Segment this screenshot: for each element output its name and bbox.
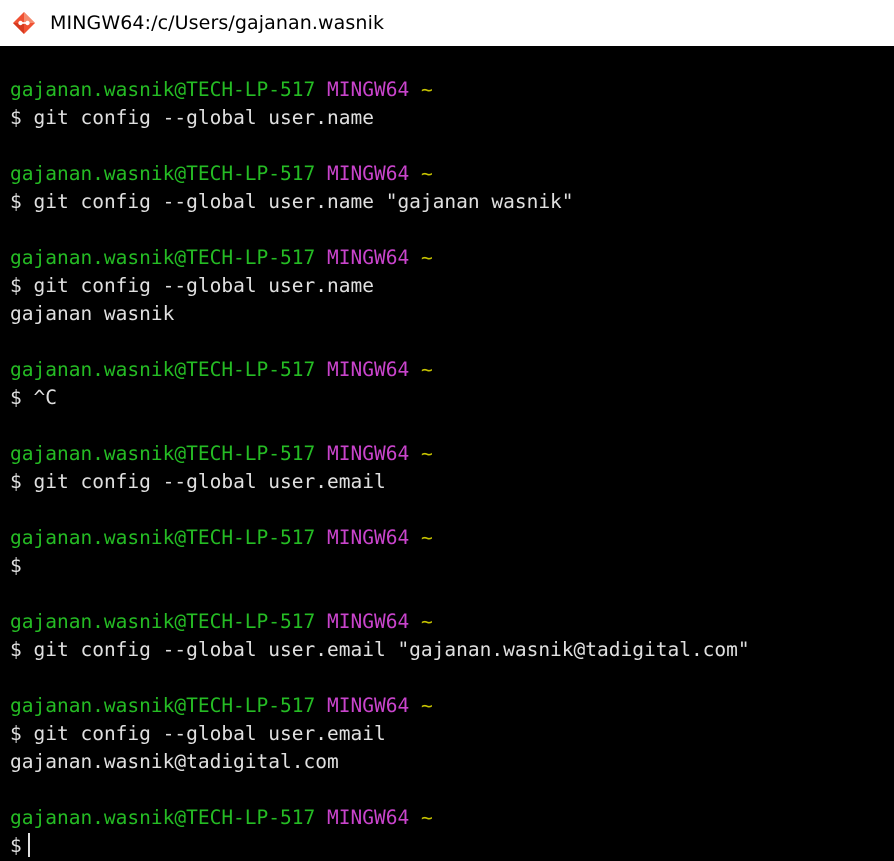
prompt-dir: ~ (420, 358, 433, 381)
git-diamond-icon (12, 11, 36, 35)
command-line: $ (10, 552, 894, 580)
command-text: git config --global user.name "gajanan w… (33, 190, 574, 213)
prompt-system: MINGW64 (327, 246, 410, 269)
prompt-line: gajanan.wasnik@TECH-LP-517 MINGW64 ~ (10, 804, 894, 832)
prompt-line: gajanan.wasnik@TECH-LP-517 MINGW64 ~ (10, 76, 894, 104)
prompt-line: gajanan.wasnik@TECH-LP-517 MINGW64 ~ (10, 692, 894, 720)
output-text: gajanan wasnik (10, 302, 175, 325)
prompt-symbol: $ (10, 722, 22, 745)
prompt-dir: ~ (420, 78, 433, 101)
title-bar[interactable]: MINGW64:/c/Users/gajanan.wasnik (0, 0, 894, 46)
command-output: gajanan wasnik (10, 300, 894, 328)
prompt-dir: ~ (420, 610, 433, 633)
terminal-output[interactable]: gajanan.wasnik@TECH-LP-517 MINGW64 ~ $ gi… (0, 46, 894, 861)
prompt-user-host: gajanan.wasnik@TECH-LP-517 (10, 526, 316, 549)
command-text: git config --global user.name (33, 274, 374, 297)
prompt-user-host: gajanan.wasnik@TECH-LP-517 (10, 442, 316, 465)
prompt-system: MINGW64 (327, 358, 410, 381)
command-line: $ (10, 832, 894, 860)
command-line: $ git config --global user.email (10, 468, 894, 496)
prompt-line: gajanan.wasnik@TECH-LP-517 MINGW64 ~ (10, 608, 894, 636)
prompt-symbol: $ (10, 554, 22, 577)
prompt-line: gajanan.wasnik@TECH-LP-517 MINGW64 ~ (10, 440, 894, 468)
prompt-symbol: $ (10, 834, 22, 857)
prompt-user-host: gajanan.wasnik@TECH-LP-517 (10, 246, 316, 269)
prompt-user-host: gajanan.wasnik@TECH-LP-517 (10, 694, 316, 717)
prompt-line: gajanan.wasnik@TECH-LP-517 MINGW64 ~ (10, 356, 894, 384)
prompt-system: MINGW64 (327, 694, 410, 717)
prompt-dir: ~ (420, 526, 433, 549)
command-line: $ git config --global user.name (10, 104, 894, 132)
command-text: git config --global user.email (33, 470, 386, 493)
prompt-user-host: gajanan.wasnik@TECH-LP-517 (10, 78, 316, 101)
prompt-dir: ~ (420, 246, 433, 269)
window-title: MINGW64:/c/Users/gajanan.wasnik (50, 12, 385, 34)
terminal-window: MINGW64:/c/Users/gajanan.wasnik gajanan.… (0, 0, 894, 861)
prompt-dir: ~ (420, 806, 433, 829)
prompt-symbol: $ (10, 638, 22, 661)
prompt-symbol: $ (10, 470, 22, 493)
command-line: $ ^C (10, 384, 894, 412)
prompt-user-host: gajanan.wasnik@TECH-LP-517 (10, 358, 316, 381)
prompt-line: gajanan.wasnik@TECH-LP-517 MINGW64 ~ (10, 524, 894, 552)
command-text: ^C (33, 386, 57, 409)
command-text: git config --global user.email (33, 722, 386, 745)
prompt-symbol: $ (10, 106, 22, 129)
command-text: git config --global user.name (33, 106, 374, 129)
command-output: gajanan.wasnik@tadigital.com (10, 748, 894, 776)
output-text: gajanan.wasnik@tadigital.com (10, 750, 339, 773)
prompt-dir: ~ (420, 694, 433, 717)
prompt-dir: ~ (420, 162, 433, 185)
prompt-line: gajanan.wasnik@TECH-LP-517 MINGW64 ~ (10, 244, 894, 272)
prompt-line: gajanan.wasnik@TECH-LP-517 MINGW64 ~ (10, 160, 894, 188)
prompt-system: MINGW64 (327, 526, 410, 549)
prompt-system: MINGW64 (327, 442, 410, 465)
prompt-symbol: $ (10, 274, 22, 297)
prompt-system: MINGW64 (327, 806, 410, 829)
text-cursor (27, 833, 30, 857)
prompt-dir: ~ (420, 442, 433, 465)
prompt-symbol: $ (10, 386, 22, 409)
command-line: $ git config --global user.name "gajanan… (10, 188, 894, 216)
command-line: $ git config --global user.email (10, 720, 894, 748)
prompt-user-host: gajanan.wasnik@TECH-LP-517 (10, 806, 316, 829)
command-text: git config --global user.email "gajanan.… (33, 638, 750, 661)
prompt-system: MINGW64 (327, 610, 410, 633)
prompt-system: MINGW64 (327, 162, 410, 185)
command-line: $ git config --global user.email "gajana… (10, 636, 894, 664)
command-line: $ git config --global user.name (10, 272, 894, 300)
prompt-system: MINGW64 (327, 78, 410, 101)
prompt-user-host: gajanan.wasnik@TECH-LP-517 (10, 162, 316, 185)
prompt-user-host: gajanan.wasnik@TECH-LP-517 (10, 610, 316, 633)
prompt-symbol: $ (10, 190, 22, 213)
